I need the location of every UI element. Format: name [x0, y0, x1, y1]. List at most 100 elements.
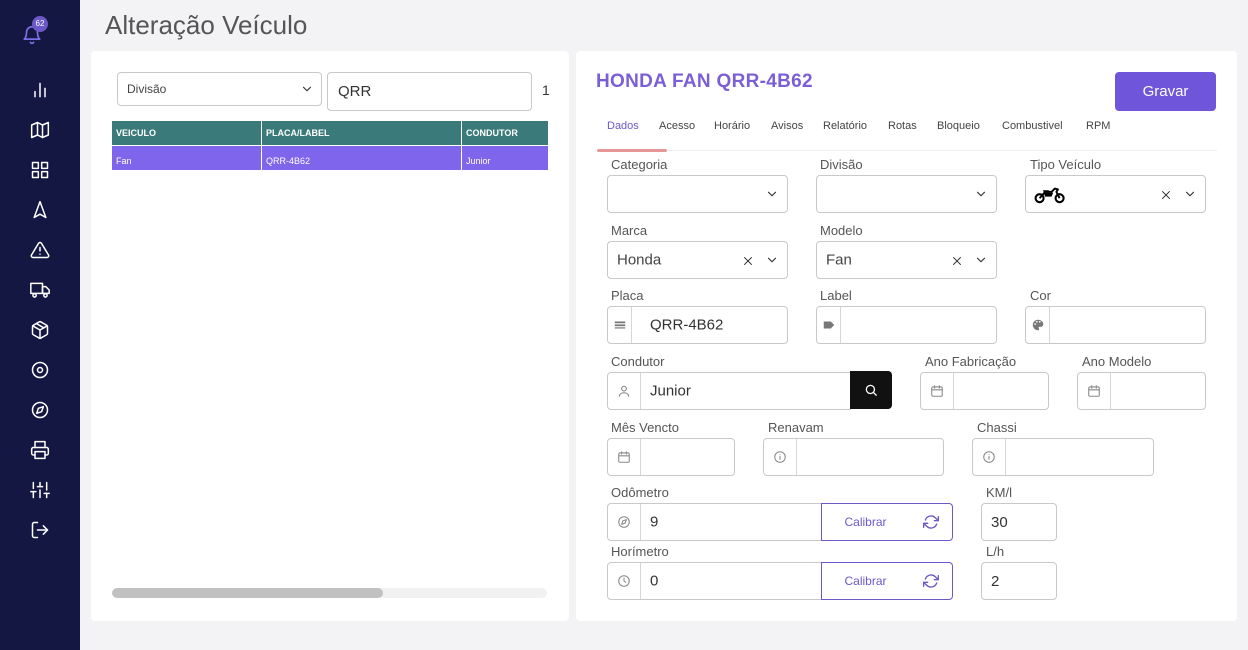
tab-avisos[interactable]: Avisos [771, 120, 803, 132]
sidebar-item-packages[interactable] [28, 318, 52, 342]
scrollbar-thumb[interactable] [112, 588, 383, 598]
tab-rotas[interactable]: Rotas [888, 120, 917, 132]
sidebar: 62 [0, 0, 80, 650]
page-title: Alteração Veículo [105, 10, 308, 40]
notifications-button[interactable]: 62 [21, 16, 51, 48]
horimetro-label: Horímetro [611, 544, 669, 559]
tab-bloqueio[interactable]: Bloqueio [937, 120, 980, 132]
column-header-condutor[interactable]: CONDUTOR [462, 121, 548, 145]
sidebar-item-map[interactable] [28, 118, 52, 142]
tipo-veiculo-label: Tipo Veículo [1030, 157, 1102, 172]
renavam-label: Renavam [768, 420, 824, 435]
horimetro-input[interactable]: 0 [607, 562, 822, 600]
navigation-icon [33, 200, 47, 219]
chassi-input[interactable] [972, 438, 1154, 476]
l-h-label: L/h [986, 544, 1005, 559]
sidebar-item-alerts[interactable] [28, 238, 52, 262]
sidebar-item-navigation[interactable] [28, 198, 52, 222]
column-header-placa[interactable]: PLACA/LABEL [262, 121, 462, 145]
sync-icon [922, 574, 939, 588]
sidebar-item-logout[interactable] [28, 518, 52, 542]
sliders-icon [30, 481, 50, 499]
compass-icon [31, 401, 49, 419]
ano-modelo-input[interactable] [1077, 372, 1206, 410]
chevron-down-icon [974, 187, 988, 201]
calendar-icon [921, 373, 954, 409]
km-l-input[interactable]: 30 [981, 503, 1057, 541]
logout-icon [31, 521, 49, 539]
table-row[interactable]: Fan QRR-4B62 Junior [112, 146, 548, 170]
tipo-veiculo-select[interactable] [1025, 175, 1206, 213]
division-filter-select[interactable]: Divisão [117, 72, 322, 106]
tab-horario[interactable]: Horário [714, 120, 750, 132]
condutor-label: Condutor [611, 354, 665, 369]
marca-select[interactable]: Honda [607, 241, 788, 279]
divisao-select[interactable] [816, 175, 997, 213]
tab-rpm[interactable]: RPM [1086, 120, 1110, 132]
odometro-label: Odômetro [611, 485, 669, 500]
tab-dados[interactable]: Dados [607, 120, 639, 132]
placa-input[interactable]: QRR-4B62 [607, 306, 788, 344]
tab-relatorio[interactable]: Relatório [823, 120, 867, 132]
divisao-label: Divisão [820, 157, 863, 172]
condutor-input[interactable]: Junior [607, 372, 851, 410]
cell-veiculo: Fan [112, 146, 262, 170]
categoria-label: Categoria [611, 157, 668, 172]
save-button[interactable]: Gravar [1115, 72, 1216, 111]
vehicle-edit-panel: HONDA FAN QRR-4B62 Gravar Dados Acesso H… [576, 51, 1237, 621]
clear-icon[interactable] [1160, 188, 1172, 200]
palette-icon [1026, 307, 1050, 343]
compass-icon [608, 504, 641, 540]
vehicle-list-panel: Divisão 1 VEICULO PLACA/LABEL CONDUTOR F… [91, 51, 569, 621]
alert-triangle-icon [30, 241, 50, 259]
mes-vencto-label: Mês Vencto [611, 420, 679, 435]
clear-icon[interactable] [951, 254, 963, 266]
horimetro-value: 0 [650, 572, 659, 590]
active-tab-indicator [597, 149, 667, 152]
info-icon [764, 439, 797, 475]
clear-icon[interactable] [742, 254, 754, 266]
sidebar-item-compass[interactable] [28, 398, 52, 422]
sidebar-item-vehicles[interactable] [28, 278, 52, 302]
sidebar-item-dashboard[interactable] [28, 158, 52, 182]
l-h-input[interactable]: 2 [981, 562, 1057, 600]
ano-modelo-label: Ano Modelo [1082, 354, 1152, 369]
km-l-value: 30 [991, 513, 1008, 531]
horimetro-calibrate-button[interactable]: Calibrar [821, 562, 910, 600]
tag-icon [817, 307, 841, 343]
vehicle-search-input[interactable] [327, 72, 532, 111]
sidebar-item-disc[interactable] [28, 358, 52, 382]
horizontal-scrollbar[interactable] [112, 588, 547, 598]
ano-fabricacao-input[interactable] [920, 372, 1049, 410]
modelo-select[interactable]: Fan [816, 241, 997, 279]
horimetro-sync-button[interactable] [909, 562, 953, 600]
info-icon [973, 439, 1006, 475]
placa-value: QRR-4B62 [650, 316, 724, 334]
odometro-input[interactable]: 9 [607, 503, 822, 541]
l-h-value: 2 [991, 572, 1000, 590]
sidebar-item-print[interactable] [28, 438, 52, 462]
tab-combustivel[interactable]: Combustivel [1002, 120, 1063, 132]
sidebar-item-reports[interactable] [28, 78, 52, 102]
renavam-input[interactable] [763, 438, 944, 476]
categoria-select[interactable] [607, 175, 788, 213]
vehicle-title: HONDA FAN QRR-4B62 [596, 71, 813, 92]
sync-icon [922, 515, 939, 529]
cor-input[interactable] [1025, 306, 1206, 344]
chevron-down-icon [300, 82, 314, 96]
label-input[interactable] [816, 306, 997, 344]
condutor-search-button[interactable] [850, 371, 892, 409]
cell-condutor: Junior [466, 156, 491, 166]
modelo-label: Modelo [820, 223, 863, 238]
mes-vencto-input[interactable] [607, 438, 735, 476]
tab-acesso[interactable]: Acesso [659, 120, 695, 132]
chevron-down-icon [765, 253, 779, 267]
cell-placa: QRR-4B62 [262, 146, 462, 170]
calendar-icon [608, 439, 641, 475]
odometro-calibrate-button[interactable]: Calibrar [821, 503, 910, 541]
sidebar-item-settings[interactable] [28, 478, 52, 502]
chassi-label: Chassi [977, 420, 1017, 435]
chevron-down-icon [974, 253, 988, 267]
column-header-veiculo[interactable]: VEICULO [112, 121, 262, 145]
odometro-sync-button[interactable] [909, 503, 953, 541]
